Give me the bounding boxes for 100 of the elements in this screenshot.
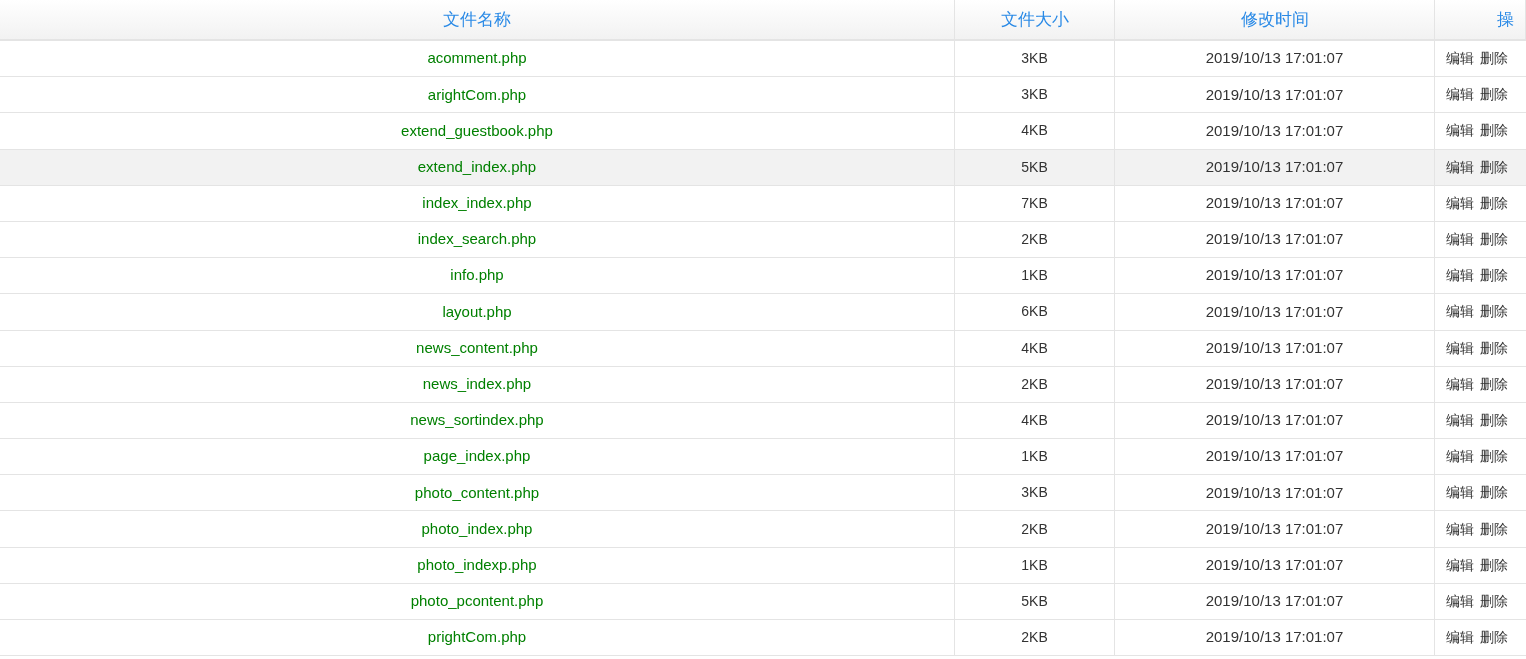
file-name: news_index.php [422,374,532,395]
edit-link[interactable]: 编辑 [1446,265,1474,287]
delete-link[interactable]: 删除 [1480,120,1508,142]
delete-link[interactable]: 删除 [1480,554,1508,576]
delete-link[interactable]: 删除 [1480,301,1508,323]
edit-link[interactable]: 编辑 [1446,156,1474,178]
edit-link[interactable]: 编辑 [1446,554,1474,576]
table-row[interactable]: photo_pcontent.php 5KB 2019/10/13 17:01:07 编辑 删除 [0,583,1526,620]
file-size: 3KB [1021,85,1048,105]
column-header: 文件名称 [443,8,511,31]
file-size: 2KB [1021,374,1048,394]
file-name: info.php [450,265,504,286]
delete-link[interactable]: 删除 [1480,518,1508,540]
file-name: photo_content.php [414,482,540,503]
column-header: 修改时间 [1240,8,1309,31]
table-row[interactable]: arightCom.php 3KB 2019/10/13 17:01:07 编辑 删除 [0,77,1526,114]
file-size: 6KB [1021,302,1048,322]
file-size: 3KB [1021,49,1048,69]
table-row[interactable]: info.php 1KB 2019/10/13 17:01:07 编辑 删除 [0,258,1526,295]
table-row[interactable]: extend_guestbook.php 4KB 2019/10/13 17:01:07 编辑 删除 [0,113,1526,150]
table-row[interactable]: news_content.php 4KB 2019/10/13 17:01:07 编辑 删除 [0,330,1526,367]
file-name: news_content.php [416,337,538,358]
modified-time: 2019/10/13 17:01:07 [1205,229,1344,250]
file-size: 4KB [1021,338,1048,358]
delete-link[interactable]: 删除 [1480,482,1508,504]
file-name: acomment.php [427,48,527,69]
file-name: index_search.php [417,229,537,250]
edit-link[interactable]: 编辑 [1446,446,1474,468]
table-row[interactable]: prightCom.php 2KB 2019/10/13 17:01:07 编辑 删除 [0,620,1526,657]
table-row[interactable]: news_index.php 2KB 2019/10/13 17:01:07 编辑 删除 [0,366,1526,403]
file-name: news_sortindex.php [410,410,544,431]
file-name: extend_index.php [417,156,537,177]
table-row[interactable]: page_index.php 1KB 2019/10/13 17:01:07 编辑 删除 [0,439,1526,476]
file-name: layout.php [442,301,512,322]
file-name: extend_guestbook.php [401,120,553,141]
table-row[interactable]: news_sortindex.php 4KB 2019/10/13 17:01:07 编辑 删除 [0,402,1526,440]
modified-time: 2019/10/13 17:01:07 [1205,337,1344,358]
file-size: 4KB [1021,121,1048,141]
file-size: 1KB [1021,266,1048,286]
table-row[interactable]: index_index.php 7KB 2019/10/13 17:01:07 编辑 删除 [0,185,1526,222]
modified-time: 2019/10/13 17:01:07 [1205,193,1344,214]
modified-time: 2019/10/13 17:01:07 [1205,410,1344,431]
delete-link[interactable]: 删除 [1480,192,1508,214]
delete-link[interactable]: 删除 [1480,627,1508,649]
edit-link[interactable]: 编辑 [1446,590,1474,612]
edit-link[interactable]: 编辑 [1446,120,1474,142]
delete-link[interactable]: 删除 [1480,265,1508,287]
delete-link[interactable]: 删除 [1480,156,1508,178]
table-row[interactable]: layout.php 6KB 2019/10/13 17:01:07 编辑 删除 [0,294,1526,331]
modified-time: 2019/10/13 17:01:07 [1205,518,1344,539]
delete-link[interactable]: 删除 [1480,409,1508,431]
edit-link[interactable]: 编辑 [1446,518,1474,540]
table-row[interactable]: photo_index.php 2KB 2019/10/13 17:01:07 编辑 删除 [0,511,1526,548]
delete-link[interactable]: 删除 [1480,84,1508,106]
modified-time: 2019/10/13 17:01:07 [1205,591,1344,612]
file-size: 2KB [1021,519,1048,539]
modified-time: 2019/10/13 17:01:07 [1205,627,1344,648]
modified-time: 2019/10/13 17:01:07 [1205,156,1344,177]
table-row[interactable]: photo_content.php 3KB 2019/10/13 17:01:07 编辑 删除 [0,475,1526,512]
file-name: photo_pcontent.php [410,591,544,612]
table-row[interactable]: index_search.php 2KB 2019/10/13 17:01:07 编辑 删除 [0,221,1526,259]
file-size: 3KB [1021,483,1048,503]
table-row[interactable]: acomment.php 3KB 2019/10/13 17:01:07 编辑 删除 [0,41,1526,78]
modified-time: 2019/10/13 17:01:07 [1205,301,1344,322]
modified-time: 2019/10/13 17:01:07 [1205,48,1344,69]
file-name: page_index.php [423,446,531,467]
file-size: 5KB [1021,157,1048,177]
file-name: photo_indexp.php [417,554,537,575]
delete-link[interactable]: 删除 [1480,229,1508,251]
delete-link[interactable]: 删除 [1480,48,1508,70]
edit-link[interactable]: 编辑 [1446,48,1474,70]
edit-link[interactable]: 编辑 [1446,84,1474,106]
column-header: 操 [1497,8,1514,31]
table-row[interactable]: extend_index.php 5KB 2019/10/13 17:01:07 编辑 删除 [0,149,1526,186]
modified-time: 2019/10/13 17:01:07 [1205,84,1344,105]
file-size: 2KB [1021,230,1048,250]
modified-time: 2019/10/13 17:01:07 [1205,265,1344,286]
file-name: index_index.php [422,193,532,214]
delete-link[interactable]: 删除 [1480,446,1508,468]
file-size: 2KB [1021,628,1048,648]
edit-link[interactable]: 编辑 [1446,409,1474,431]
file-name: arightCom.php [427,84,527,105]
delete-link[interactable]: 删除 [1480,590,1508,612]
edit-link[interactable]: 编辑 [1446,301,1474,323]
edit-link[interactable]: 编辑 [1446,229,1474,251]
delete-link[interactable]: 删除 [1480,373,1508,395]
table-row[interactable]: photo_indexp.php 1KB 2019/10/13 17:01:07 编辑 删除 [0,547,1526,584]
file-size: 5KB [1021,591,1048,611]
edit-link[interactable]: 编辑 [1446,337,1474,359]
modified-time: 2019/10/13 17:01:07 [1205,554,1344,575]
file-size: 7KB [1021,193,1048,213]
edit-link[interactable]: 编辑 [1446,192,1474,214]
file-name: prightCom.php [427,627,527,648]
edit-link[interactable]: 编辑 [1446,482,1474,504]
modified-time: 2019/10/13 17:01:07 [1205,446,1344,467]
file-size: 1KB [1021,447,1048,467]
edit-link[interactable]: 编辑 [1446,627,1474,649]
edit-link[interactable]: 编辑 [1446,373,1474,395]
modified-time: 2019/10/13 17:01:07 [1205,120,1344,141]
delete-link[interactable]: 删除 [1480,337,1508,359]
